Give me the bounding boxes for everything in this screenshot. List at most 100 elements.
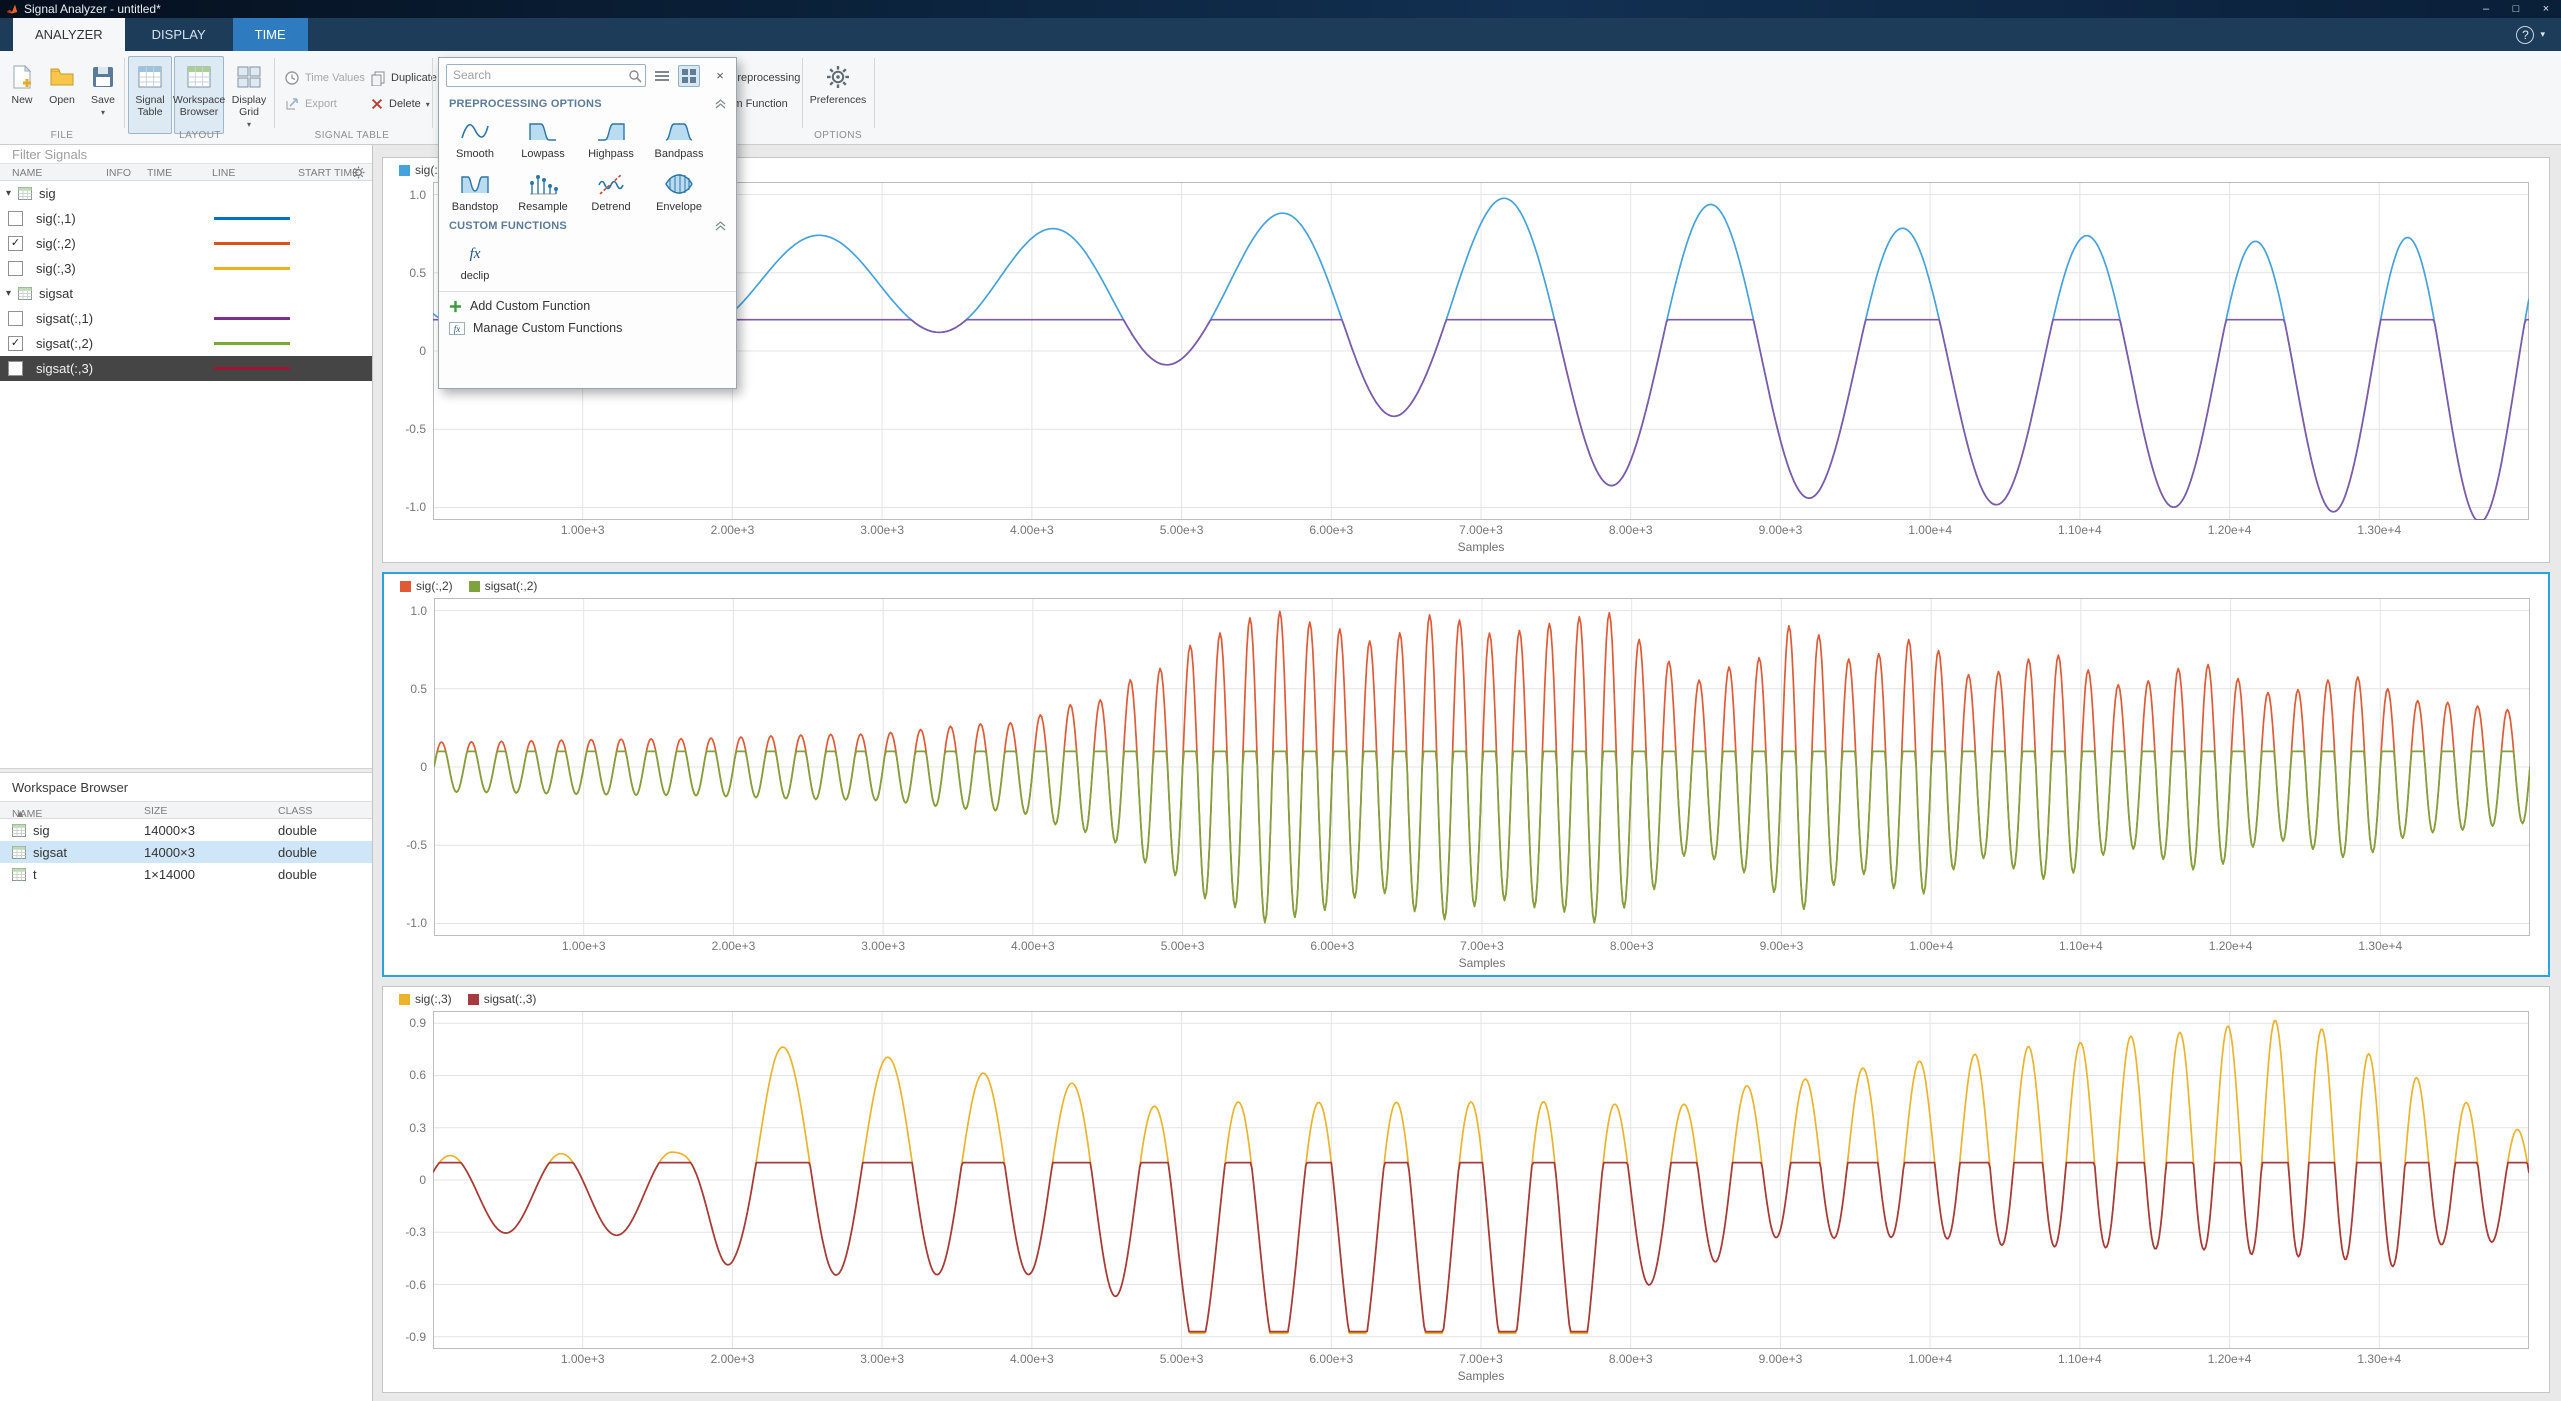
signal-group-row[interactable]: ▾sig — [0, 181, 372, 206]
ws-col-size: SIZE — [144, 805, 167, 817]
delete-button[interactable]: Delete ▾ — [366, 93, 434, 114]
legend-color-swatch — [399, 165, 410, 176]
y-tick-label: 0.5 — [410, 682, 427, 696]
signal-table-header: NAME INFO TIME LINE START TIME — [0, 163, 372, 181]
gallery-item-bandpass[interactable]: Bandpass — [645, 116, 713, 160]
col-info: INFO — [106, 167, 131, 179]
x-tick-label: 5.00e+3 — [1143, 939, 1223, 953]
save-label: Save — [91, 94, 115, 106]
gallery-item-resample[interactable]: Resample — [509, 169, 577, 213]
collapse-section-icon[interactable] — [715, 221, 726, 231]
export-button[interactable]: Export — [280, 93, 341, 114]
y-tick-label: 0.9 — [409, 1016, 426, 1030]
tab-display[interactable]: DISPLAY — [130, 18, 228, 51]
preferences-button[interactable]: Preferences — [806, 56, 870, 134]
x-axis: 1.00e+32.00e+33.00e+34.00e+35.00e+36.00e… — [433, 520, 2529, 540]
close-icon[interactable]: × — [711, 68, 729, 83]
duplicate-button[interactable]: Duplicate — [366, 67, 441, 88]
plot-canvas[interactable] — [433, 182, 2529, 520]
close-button[interactable]: × — [2531, 0, 2561, 18]
signal-table-toggle[interactable]: Signal Table — [128, 56, 172, 134]
grid-view-button[interactable] — [678, 65, 700, 87]
maximize-button[interactable]: □ — [2501, 0, 2531, 18]
custom-functions-grid: fxdeclip — [439, 235, 736, 282]
variable-size: 14000×3 — [144, 845, 195, 860]
plot-visibility-checkbox[interactable] — [8, 211, 23, 226]
plot-canvas[interactable] — [433, 1011, 2529, 1349]
expand-arrow-icon[interactable]: ▾ — [6, 288, 18, 299]
tab-time[interactable]: TIME — [233, 18, 308, 51]
plot-area[interactable] — [434, 598, 2530, 936]
signal-row[interactable]: ✓sig(:,2) — [0, 231, 372, 256]
gallery-item-smooth[interactable]: Smooth — [441, 116, 509, 160]
signal-name: sigsat(:,2) — [36, 336, 93, 351]
plot-visibility-checkbox[interactable]: ✓ — [8, 336, 23, 351]
gallery-item-highpass[interactable]: Highpass — [577, 116, 645, 160]
y-tick-label: -1.0 — [405, 500, 426, 514]
time-values-button[interactable]: Time Values — [280, 67, 369, 88]
delete-label: Delete — [389, 98, 421, 110]
window-title: Signal Analyzer - untitled* — [24, 2, 161, 16]
y-tick-label: -0.3 — [405, 1225, 426, 1239]
x-tick-label: 9.00e+3 — [1740, 523, 1820, 537]
signal-row[interactable]: sigsat(:,3) — [0, 356, 372, 381]
y-axis: 1.00.50-0.5-1.0 — [383, 182, 433, 520]
col-time: TIME — [147, 167, 172, 179]
plot-visibility-checkbox[interactable]: ✓ — [8, 236, 23, 251]
y-tick-label: 1.0 — [410, 604, 427, 618]
plot-canvas[interactable] — [434, 598, 2530, 936]
display-panel-2-selected[interactable]: sig(:,2)sigsat(:,2) 1.00.50-0.5-1.0 1.00… — [382, 572, 2550, 977]
plot-visibility-checkbox[interactable] — [8, 361, 23, 376]
manage-custom-functions-item[interactable]: fx Manage Custom Functions — [439, 317, 736, 339]
display-grid-button[interactable]: Display Grid ▾ — [226, 56, 272, 134]
workspace-variable-row[interactable]: sig14000×3double — [0, 819, 372, 841]
x-tick-label: 2.00e+3 — [693, 939, 773, 953]
minimize-button[interactable]: – — [2471, 0, 2501, 18]
gallery-item-detrend[interactable]: Detrend — [577, 169, 645, 213]
open-label: Open — [49, 94, 75, 106]
workspace-variable-row[interactable]: sigsat14000×3double — [0, 841, 372, 863]
new-button[interactable]: New — [3, 56, 41, 134]
gallery-item-envelope[interactable]: Envelope — [645, 169, 713, 213]
collapse-section-icon[interactable] — [715, 99, 726, 109]
signal-row[interactable]: sigsat(:,1) — [0, 306, 372, 331]
filter-signals-input[interactable] — [0, 145, 372, 163]
gallery-item-declip[interactable]: fxdeclip — [441, 238, 509, 282]
legend-color-swatch — [399, 994, 410, 1005]
gallery-item-lowpass[interactable]: Lowpass — [509, 116, 577, 160]
x-tick-label: 1.20e+4 — [2190, 1352, 2270, 1366]
search-icon — [628, 69, 642, 83]
save-button[interactable]: Save ▾ — [83, 56, 123, 134]
gear-icon — [826, 63, 850, 91]
workspace-variable-row[interactable]: t1×14000double — [0, 863, 372, 885]
list-view-button[interactable] — [651, 65, 673, 87]
expand-arrow-icon[interactable]: ▾ — [6, 188, 18, 199]
resample-icon — [528, 169, 558, 199]
plot-visibility-checkbox[interactable] — [8, 311, 23, 326]
new-document-icon — [12, 63, 32, 91]
signal-group-row[interactable]: ▾sigsat — [0, 281, 372, 306]
add-custom-function-item[interactable]: Add Custom Function — [439, 295, 736, 317]
workspace-browser-toggle[interactable]: Workspace Browser — [174, 56, 224, 134]
gallery-item-label: declip — [461, 270, 490, 282]
signal-row[interactable]: sig(:,3) — [0, 256, 372, 281]
plot-area[interactable] — [433, 1011, 2529, 1349]
tab-analyzer[interactable]: ANALYZER — [13, 18, 125, 51]
gallery-item-bandstop[interactable]: Bandstop — [441, 169, 509, 213]
x-tick-label: 3.00e+3 — [842, 523, 922, 537]
gallery-search-box — [446, 64, 646, 87]
plot-area[interactable] — [433, 182, 2529, 520]
open-button[interactable]: Open — [43, 56, 81, 134]
signal-row[interactable]: ✓ sigsat(:,2) — [0, 331, 372, 356]
help-button[interactable]: ? — [2516, 26, 2534, 44]
y-tick-label: 1.0 — [409, 188, 426, 202]
signal-row[interactable]: sig(:,1) — [0, 206, 372, 231]
legend-label: sigsat(:,3) — [484, 992, 537, 1006]
gallery-search-input[interactable] — [447, 65, 623, 85]
variable-name: sig — [33, 823, 50, 838]
help-caret-icon[interactable]: ▾ — [2540, 29, 2545, 40]
plot-visibility-checkbox[interactable] — [8, 261, 23, 276]
table-settings-gear-icon[interactable] — [352, 166, 365, 182]
col-start-time: START TIME — [298, 167, 359, 179]
display-panel-3[interactable]: sig(:,3)sigsat(:,3) 0.90.60.30-0.3-0.6-0… — [382, 986, 2550, 1393]
